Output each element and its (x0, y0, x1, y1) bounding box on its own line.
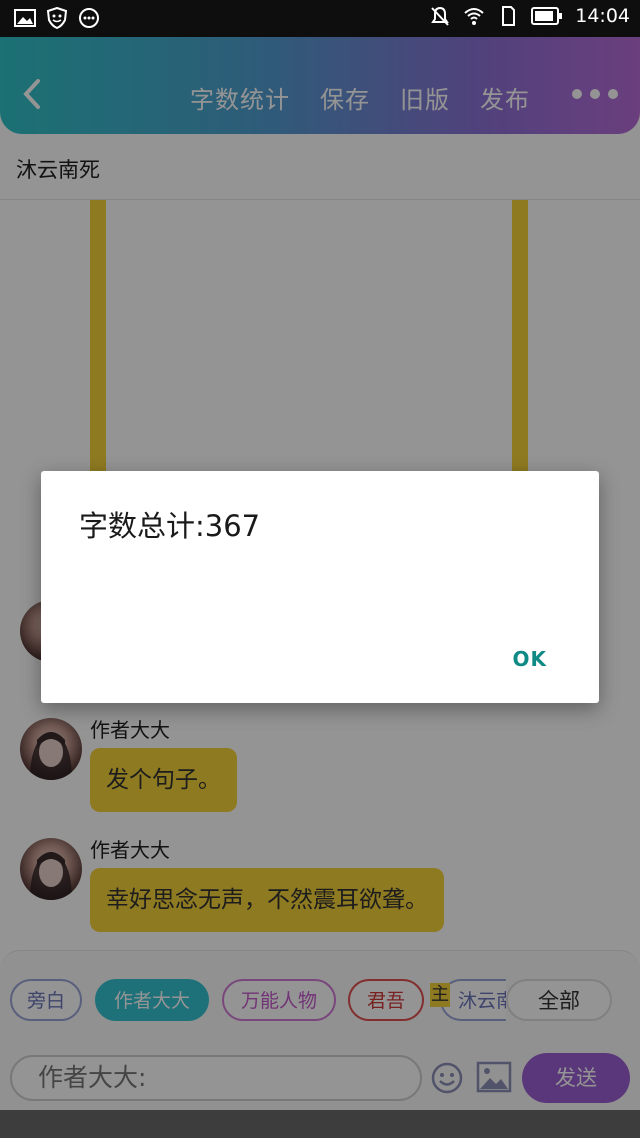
dialog-message: 字数总计:367 (79, 509, 261, 543)
image-icon (14, 9, 36, 27)
mute-icon (431, 6, 450, 26)
status-right: 14:04 (429, 5, 630, 27)
word-count-dialog: 字数总计:367 OK (41, 471, 599, 703)
sim-icon (502, 6, 516, 26)
status-left-icons (14, 7, 100, 29)
battery-icon (531, 7, 563, 25)
wifi-icon (464, 8, 484, 25)
chat-dots-icon (79, 8, 99, 28)
ok-button[interactable]: OK (513, 647, 548, 671)
status-bar: 14:04 (0, 0, 640, 37)
status-time: 14:04 (575, 5, 630, 27)
shield-face-icon (46, 7, 68, 29)
